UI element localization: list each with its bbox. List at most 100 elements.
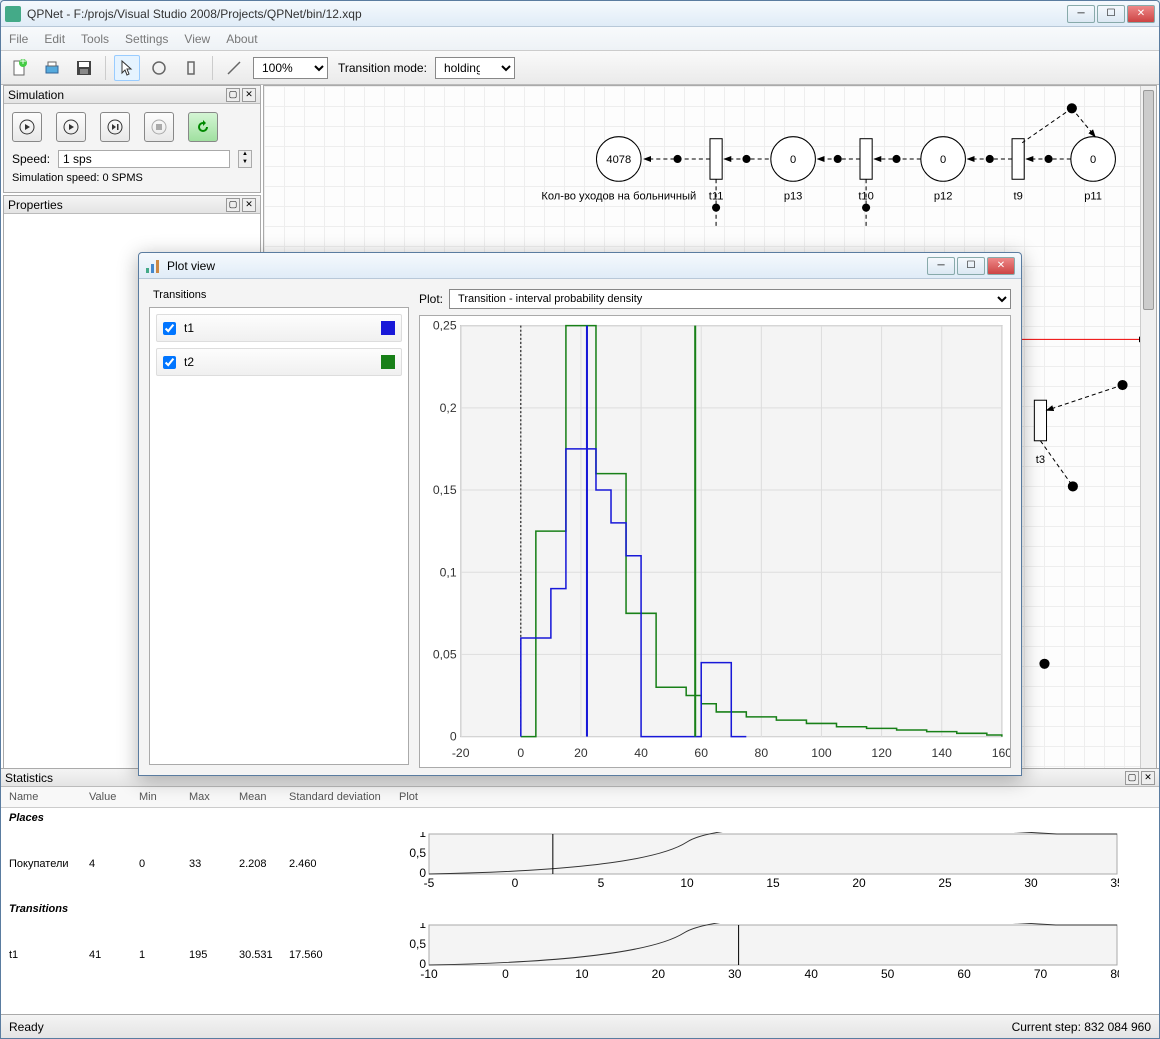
svg-text:25: 25 — [938, 876, 952, 890]
plot-window-title: Plot view — [167, 259, 215, 273]
svg-text:140: 140 — [932, 746, 953, 760]
step-button[interactable] — [100, 112, 130, 142]
svg-text:0,25: 0,25 — [433, 319, 457, 333]
plot-maximize-button[interactable]: ☐ — [957, 257, 985, 275]
panel-close-button[interactable]: ✕ — [1141, 771, 1155, 785]
col-value[interactable]: Value — [81, 787, 131, 808]
transition-tool[interactable] — [178, 55, 204, 81]
maximize-button[interactable]: ☐ — [1097, 5, 1125, 23]
svg-text:0: 0 — [502, 967, 509, 981]
col-plot[interactable]: Plot — [391, 787, 1159, 808]
statistics-title: Statistics — [5, 771, 53, 785]
plot-window[interactable]: Plot view ─ ☐ ✕ Transitions t1 t2 — [138, 252, 1022, 776]
plot-select-label: Plot: — [419, 292, 443, 306]
menu-view[interactable]: View — [184, 32, 210, 46]
svg-text:5: 5 — [598, 876, 605, 890]
group-transitions: Transitions — [1, 899, 1159, 919]
stop-button[interactable] — [144, 112, 174, 142]
speed-input[interactable] — [58, 150, 230, 168]
print-button[interactable] — [39, 55, 65, 81]
transition-item-t2[interactable]: t2 — [156, 348, 402, 376]
t2-color-swatch — [381, 355, 395, 369]
svg-text:50: 50 — [881, 967, 895, 981]
chart-area[interactable]: -2002040608010012014016000,050,10,150,20… — [419, 315, 1011, 768]
svg-text:4078: 4078 — [606, 154, 631, 166]
t1-checkbox[interactable] — [163, 322, 176, 335]
col-max[interactable]: Max — [181, 787, 231, 808]
properties-title: Properties — [8, 198, 63, 212]
t2-checkbox[interactable] — [163, 356, 176, 369]
titlebar[interactable]: QPNet - F:/projs/Visual Studio 2008/Proj… — [1, 1, 1159, 27]
close-button[interactable]: ✕ — [1127, 5, 1155, 23]
menu-tools[interactable]: Tools — [81, 32, 109, 46]
svg-text:0: 0 — [512, 876, 519, 890]
svg-text:-20: -20 — [452, 746, 470, 760]
svg-text:20: 20 — [652, 967, 666, 981]
transition-mode-select[interactable]: holding — [435, 57, 515, 79]
svg-text:0,05: 0,05 — [433, 647, 457, 661]
plot-minimize-button[interactable]: ─ — [927, 257, 955, 275]
transition-item-t1[interactable]: t1 — [156, 314, 402, 342]
play-button[interactable] — [56, 112, 86, 142]
menu-file[interactable]: File — [9, 32, 28, 46]
menu-about[interactable]: About — [226, 32, 257, 46]
svg-text:0,5: 0,5 — [409, 846, 426, 860]
svg-text:30: 30 — [728, 967, 742, 981]
minimize-button[interactable]: ─ — [1067, 5, 1095, 23]
svg-text:1: 1 — [419, 832, 426, 840]
menu-settings[interactable]: Settings — [125, 32, 168, 46]
svg-text:0: 0 — [419, 957, 426, 971]
arc-tool[interactable] — [221, 55, 247, 81]
statistics-panel: Statistics ▢✕ Name Value Min Max Mean Sta… — [1, 768, 1159, 1013]
col-name[interactable]: Name — [1, 787, 81, 808]
plot-close-button[interactable]: ✕ — [987, 257, 1015, 275]
svg-text:0,5: 0,5 — [409, 937, 426, 951]
new-button[interactable]: + — [7, 55, 33, 81]
col-std[interactable]: Standard deviation — [281, 787, 391, 808]
play-loop-button[interactable] — [12, 112, 42, 142]
simulation-status: Simulation speed: 0 SPMS — [12, 172, 252, 184]
svg-text:15: 15 — [766, 876, 780, 890]
menu-edit[interactable]: Edit — [44, 32, 65, 46]
svg-text:60: 60 — [957, 967, 971, 981]
reset-button[interactable] — [188, 112, 218, 142]
panel-close-button[interactable]: ✕ — [242, 198, 256, 212]
zoom-select[interactable]: 100% — [253, 57, 328, 79]
plot-titlebar[interactable]: Plot view ─ ☐ ✕ — [139, 253, 1021, 279]
t1-color-swatch — [381, 321, 395, 335]
panel-float-button[interactable]: ▢ — [226, 88, 240, 102]
svg-text:40: 40 — [634, 746, 648, 760]
table-row[interactable]: Покупатели40332.2082.460 -50510152025303… — [1, 828, 1159, 899]
svg-text:0: 0 — [450, 730, 457, 744]
svg-text:p12: p12 — [934, 191, 953, 203]
svg-text:0,1: 0,1 — [440, 565, 457, 579]
speed-spinner[interactable]: ▲▼ — [238, 150, 252, 168]
panel-float-button[interactable]: ▢ — [1125, 771, 1139, 785]
panel-close-button[interactable]: ✕ — [242, 88, 256, 102]
svg-text:80: 80 — [1110, 967, 1119, 981]
svg-text:Кол-во уходов на больничный: Кол-во уходов на больничный — [541, 191, 696, 203]
svg-text:10: 10 — [680, 876, 694, 890]
col-mean[interactable]: Mean — [231, 787, 281, 808]
svg-text:t9: t9 — [1013, 191, 1022, 203]
place-tool[interactable] — [146, 55, 172, 81]
status-step: Current step: 832 084 960 — [1012, 1020, 1151, 1034]
simulation-panel: Simulation▢✕ Speed: ▲▼ Simulation s — [3, 85, 261, 193]
group-places: Places — [1, 808, 1159, 829]
svg-text:p13: p13 — [784, 191, 803, 203]
pointer-tool[interactable] — [114, 55, 140, 81]
plot-type-select[interactable]: Transition - interval probability densit… — [449, 289, 1011, 309]
svg-text:0: 0 — [517, 746, 524, 760]
plot-icon — [145, 258, 161, 274]
col-min[interactable]: Min — [131, 787, 181, 808]
svg-text:20: 20 — [574, 746, 588, 760]
transitions-list: t1 t2 — [149, 307, 409, 765]
toolbar: + 100% Transition mode: holding — [1, 51, 1159, 85]
save-button[interactable] — [71, 55, 97, 81]
panel-float-button[interactable]: ▢ — [226, 198, 240, 212]
svg-text:70: 70 — [1034, 967, 1048, 981]
transition-mode-label: Transition mode: — [338, 61, 427, 75]
table-row[interactable]: t141119530.53117.560 -100102030405060708… — [1, 919, 1159, 990]
svg-text:0: 0 — [790, 154, 796, 166]
app-icon — [5, 6, 21, 22]
